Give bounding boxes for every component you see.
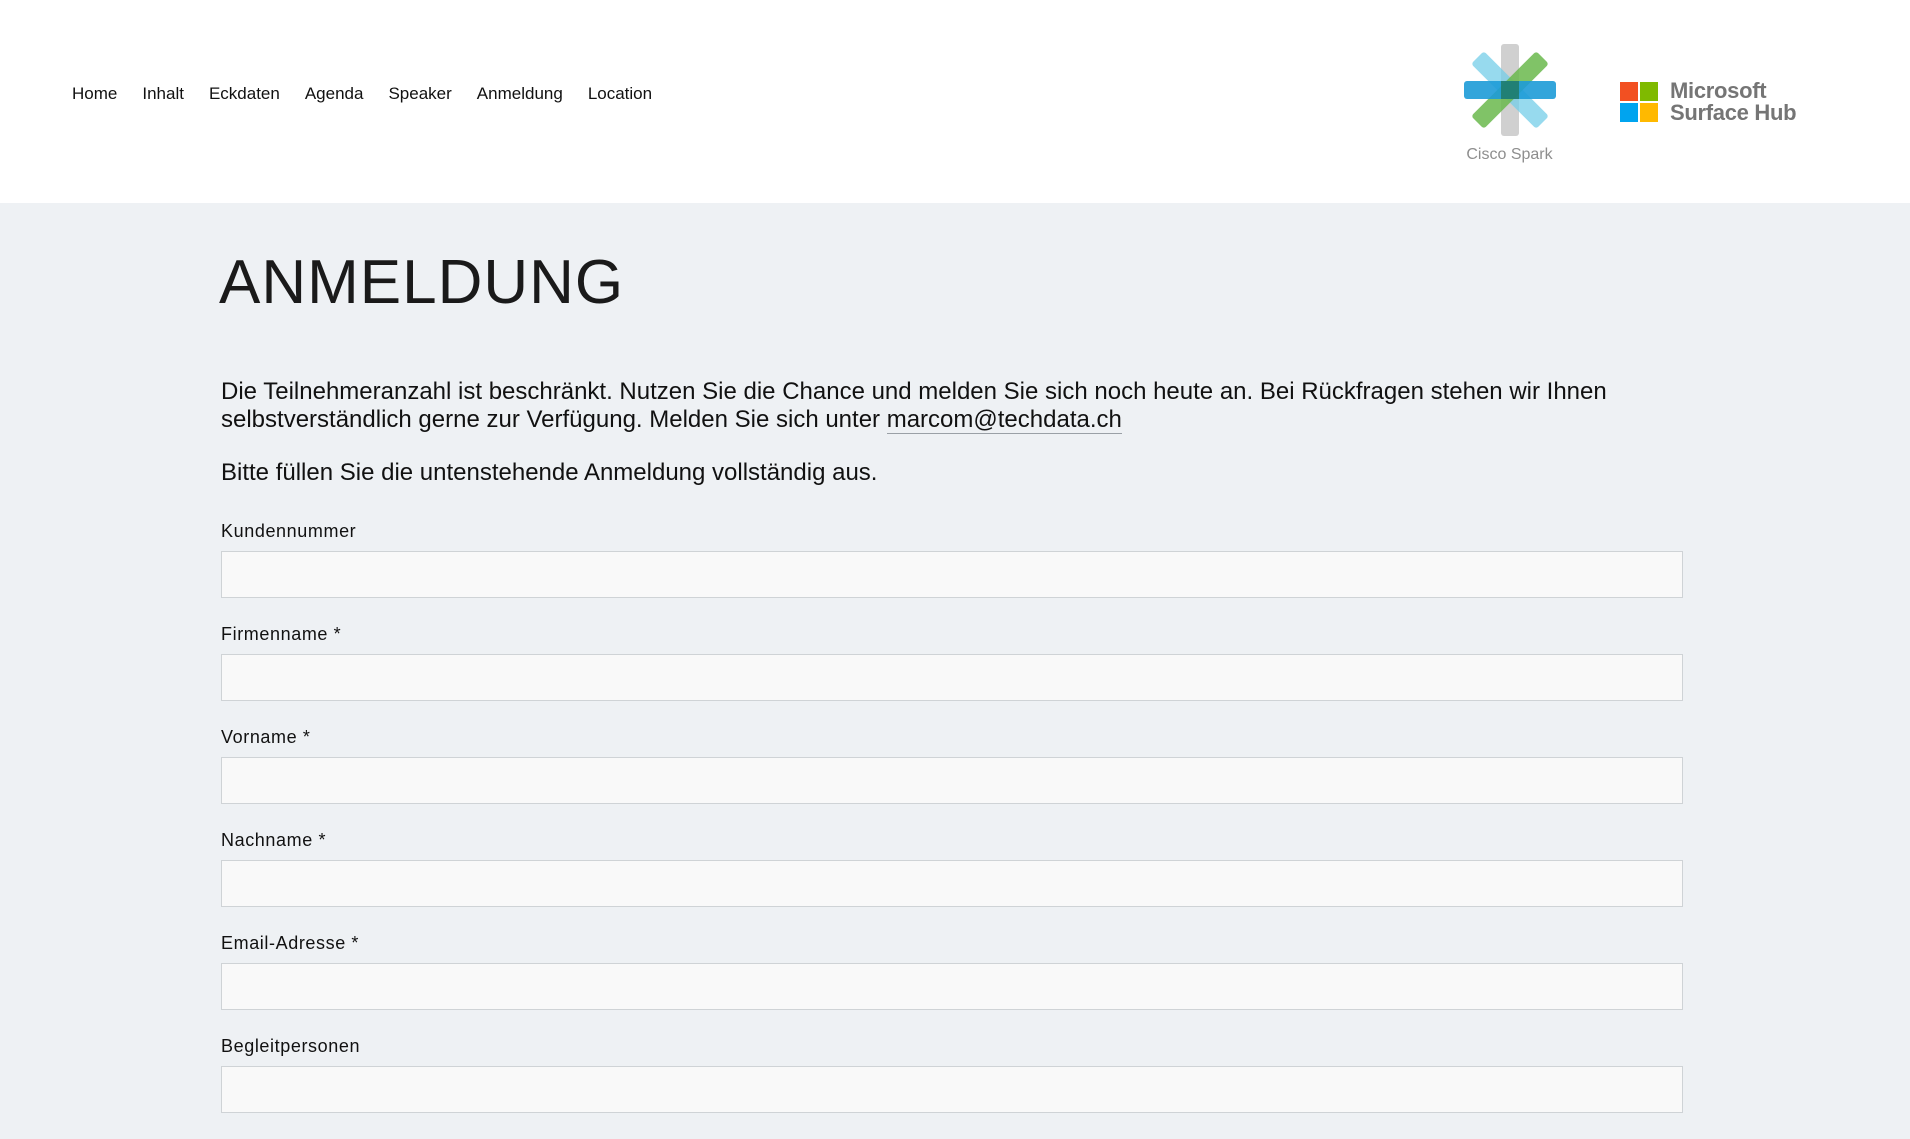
microsoft-label: Microsoft [1670, 78, 1767, 103]
nav-item-inhalt[interactable]: Inhalt [142, 84, 184, 104]
site-header: Home Inhalt Eckdaten Agenda Speaker Anme… [0, 0, 1910, 203]
begleitpersonen-label: Begleitpersonen [221, 1036, 361, 1056]
nav-item-speaker[interactable]: Speaker [388, 84, 451, 104]
vorname-input[interactable] [221, 757, 1683, 804]
field-kundennummer: Kundennummer [221, 521, 1683, 624]
form-instruction: Bitte füllen Sie die untenstehende Anmel… [221, 459, 878, 486]
cisco-spark-logo: Cisco Spark [1462, 40, 1572, 170]
registration-form: Kundennummer Firmenname * Vorname * Nach… [221, 521, 1683, 1139]
field-nachname: Nachname * [221, 830, 1683, 933]
vorname-label: Vorname * [221, 727, 311, 747]
field-email: Email-Adresse * [221, 933, 1683, 1036]
nav-item-anmeldung[interactable]: Anmeldung [477, 84, 563, 104]
nav-item-eckdaten[interactable]: Eckdaten [209, 84, 280, 104]
page-title: ANMELDUNG [219, 248, 625, 317]
cisco-spark-label: Cisco Spark [1466, 146, 1553, 163]
field-firmenname: Firmenname * [221, 624, 1683, 727]
field-vorname: Vorname * [221, 727, 1683, 830]
email-label: Email-Adresse * [221, 933, 360, 953]
firmenname-input[interactable] [221, 654, 1683, 701]
email-input[interactable] [221, 963, 1683, 1010]
microsoft-surface-hub-logo: Microsoft Surface Hub [1620, 78, 1797, 125]
kundennummer-input[interactable] [221, 551, 1683, 598]
nav-item-agenda[interactable]: Agenda [305, 84, 364, 104]
email-link[interactable]: marcom@techdata.ch [886, 406, 1122, 434]
surface-hub-label: Surface Hub [1670, 100, 1797, 125]
intro-paragraph: Die Teilnehmeranzahl ist beschränkt. Nut… [221, 378, 1683, 434]
cisco-spark-icon [1464, 44, 1556, 136]
kundennummer-label: Kundennummer [221, 521, 357, 541]
nachname-label: Nachname * [221, 830, 327, 850]
main-navigation: Home Inhalt Eckdaten Agenda Speaker Anme… [72, 84, 677, 104]
begleitpersonen-input[interactable] [221, 1066, 1683, 1113]
nav-item-home[interactable]: Home [72, 84, 117, 104]
nachname-input[interactable] [221, 860, 1683, 907]
microsoft-logo-icon [1620, 82, 1658, 122]
firmenname-label: Firmenname * [221, 624, 342, 644]
nav-item-location[interactable]: Location [588, 84, 652, 104]
field-begleitpersonen: Begleitpersonen [221, 1036, 1683, 1139]
microsoft-surface-hub-text: Microsoft Surface Hub [1670, 78, 1797, 125]
